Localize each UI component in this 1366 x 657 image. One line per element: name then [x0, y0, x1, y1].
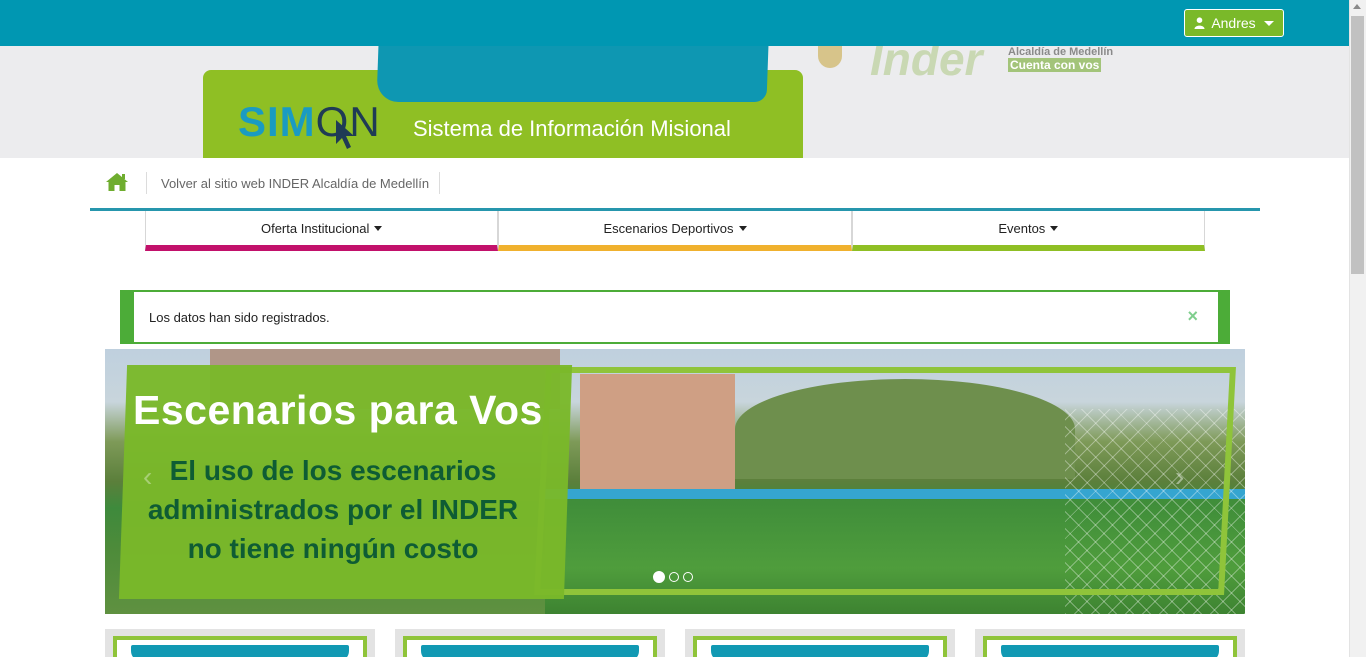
alcaldia-slogan: Cuenta con vos [1008, 58, 1102, 72]
coat-of-arms-icon [818, 46, 842, 68]
header-banner: SIMON Sistema de Información Misional In… [0, 46, 1349, 158]
user-name: Andres [1211, 15, 1256, 31]
nav-item-label: Escenarios Deportivos [603, 220, 734, 236]
feature-card-header [131, 645, 349, 657]
logo-sim: SIM [238, 98, 316, 145]
chevron-down-icon [374, 225, 383, 231]
user-icon [1194, 17, 1205, 29]
chevron-down-icon [1050, 225, 1059, 231]
feature-card[interactable] [395, 629, 665, 657]
page: Andres SIMON Sistema de Información Misi… [0, 0, 1366, 657]
feature-card[interactable] [105, 629, 375, 657]
feature-card-header [421, 645, 639, 657]
carousel-next-icon[interactable]: › [1175, 461, 1203, 501]
main-nav: Oferta Institucional Escenarios Deportiv… [145, 211, 1205, 251]
alert-message: Los datos han sido registrados. [149, 310, 330, 325]
alcaldia-name: Alcaldía de Medellín [1008, 46, 1114, 58]
slide-text: El uso de los escenarios administrados p… [147, 455, 519, 564]
carousel-indicator[interactable] [669, 572, 679, 582]
feature-card[interactable] [685, 629, 955, 657]
carousel-indicators [653, 571, 693, 583]
breadcrumb-divider [146, 172, 147, 194]
slide-frame [534, 367, 1236, 595]
user-menu-button[interactable]: Andres [1184, 9, 1284, 37]
success-alert: Los datos han sido registrados. × [120, 290, 1230, 344]
carousel: Escenarios para Vos El uso de los escena… [105, 349, 1245, 614]
inder-logo: Inder [870, 46, 983, 85]
close-icon[interactable]: × [1187, 306, 1198, 327]
feature-card-inner [113, 636, 367, 657]
feature-card[interactable] [975, 629, 1245, 657]
feature-card-inner [403, 636, 657, 657]
home-icon[interactable] [105, 172, 129, 192]
feature-card-inner [693, 636, 947, 657]
cursor-icon [336, 120, 354, 149]
carousel-indicator[interactable] [683, 572, 693, 582]
nav-item-label: Eventos [998, 220, 1046, 236]
scrollbar-thumb[interactable] [1351, 16, 1364, 274]
nav-oferta-institucional[interactable]: Oferta Institucional [145, 211, 499, 251]
feature-card-header [1001, 645, 1219, 657]
back-to-inder-link[interactable]: Volver al sitio web INDER Alcaldía de Me… [161, 176, 429, 191]
feature-card-inner [983, 636, 1237, 657]
nav-escenarios-deportivos[interactable]: Escenarios Deportivos [498, 211, 852, 251]
nav-item-label: Oferta Institucional [260, 220, 370, 236]
banner-teal-panel [376, 46, 770, 102]
scroll-up-icon[interactable] [1353, 4, 1361, 9]
breadcrumb-divider [439, 172, 440, 194]
carousel-prev-icon[interactable]: ‹ [143, 461, 171, 501]
chevron-down-icon [738, 225, 747, 231]
feature-card-header [711, 645, 929, 657]
slide-title: Escenarios para Vos [133, 387, 543, 433]
carousel-indicator[interactable] [653, 571, 665, 583]
chevron-down-icon [1263, 20, 1274, 26]
banner-subtitle: Sistema de Información Misional [413, 116, 731, 141]
top-bar [0, 0, 1349, 46]
nav-eventos[interactable]: Eventos [851, 211, 1205, 251]
